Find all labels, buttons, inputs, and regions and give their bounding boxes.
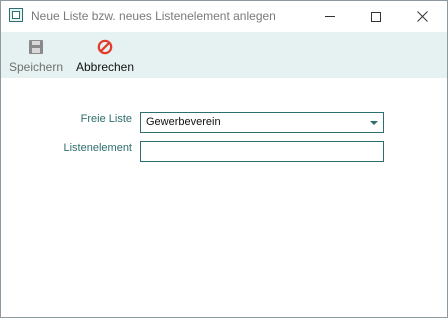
chevron-down-icon[interactable]	[370, 121, 378, 125]
freie-liste-select[interactable]: Gewerbeverein	[140, 112, 384, 133]
minimize-button[interactable]	[307, 1, 353, 32]
toolbar: Speichern Abbrechen	[1, 32, 447, 78]
list-window-icon	[9, 8, 23, 22]
freie-liste-value: Gewerbeverein	[146, 116, 221, 128]
form-area: Freie Liste Gewerbeverein Listenelement	[1, 78, 447, 317]
cancel-button[interactable]: Abbrechen	[75, 36, 135, 76]
maximize-button[interactable]	[353, 1, 399, 32]
save-label: Speichern	[8, 60, 64, 74]
close-button[interactable]	[399, 1, 445, 32]
listenelement-label: Listenelement	[63, 142, 133, 154]
maximize-icon	[371, 11, 381, 22]
prohibited-icon	[97, 39, 113, 55]
title-bar[interactable]: Neue Liste bzw. neues Listenelement anle…	[1, 1, 447, 32]
cancel-label: Abbrechen	[75, 60, 135, 74]
close-icon	[416, 11, 428, 22]
floppy-disk-icon	[29, 40, 43, 54]
minimize-icon	[325, 16, 335, 17]
listenelement-input[interactable]	[140, 141, 384, 162]
freie-liste-label: Freie Liste	[80, 113, 132, 125]
dialog-window: Neue Liste bzw. neues Listenelement anle…	[0, 0, 448, 318]
window-title: Neue Liste bzw. neues Listenelement anle…	[31, 9, 276, 23]
save-button[interactable]: Speichern	[9, 36, 63, 76]
